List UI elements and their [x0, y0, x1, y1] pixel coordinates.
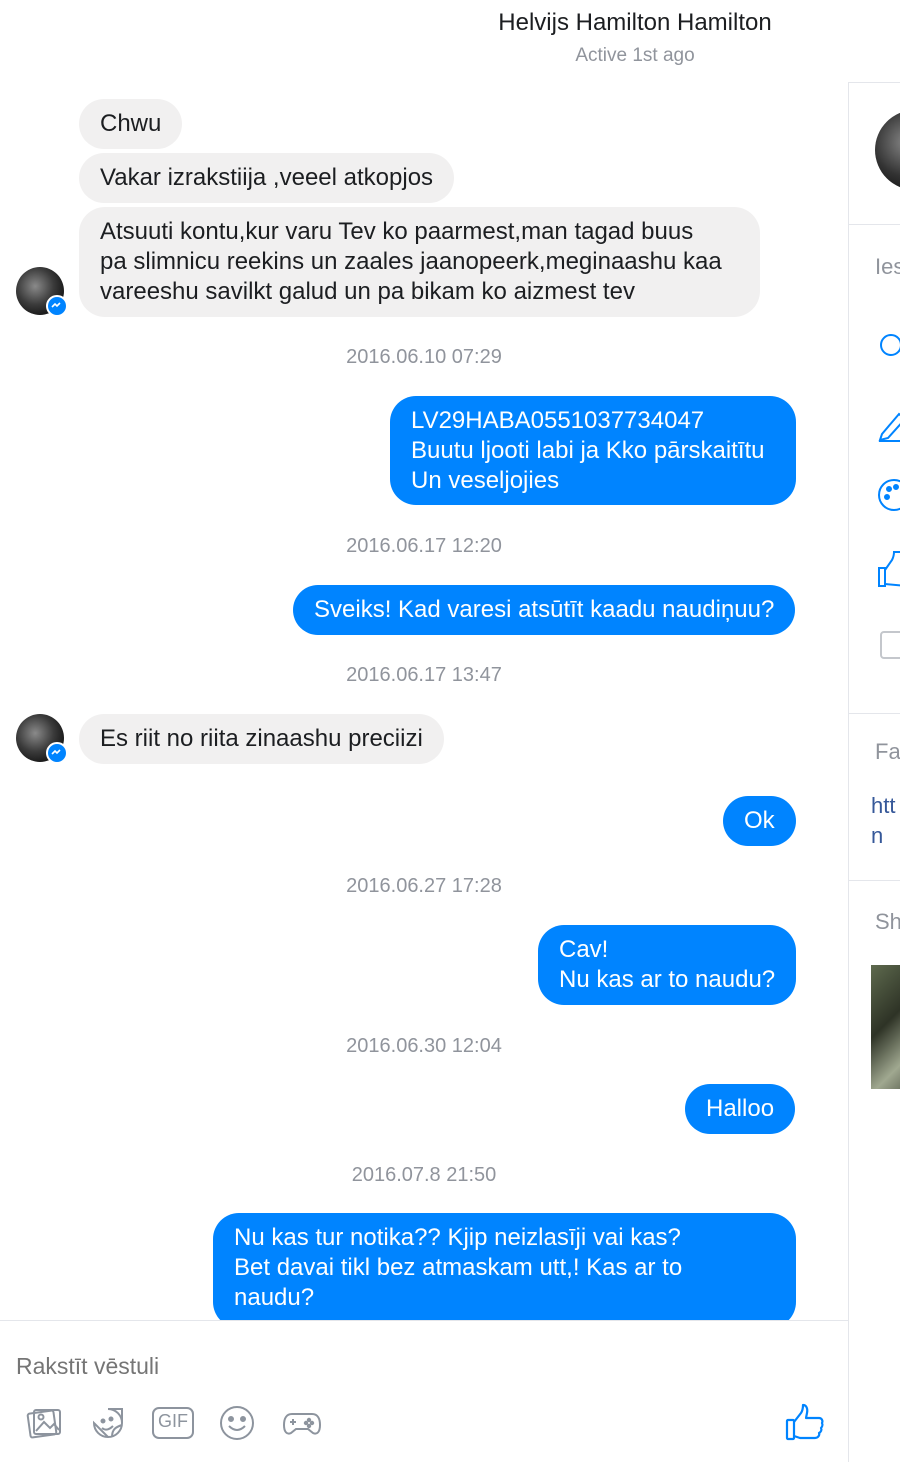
incoming-message[interactable]: Es riit no riita zinaashu preciizi — [79, 714, 444, 764]
outgoing-message[interactable]: Nu kas tur notika?? Kjip neizlasīji vai … — [213, 1213, 796, 1320]
game-controller-icon[interactable] — [282, 1403, 322, 1443]
timestamp: 2016.06.30 12:04 — [346, 1035, 502, 1057]
gif-label: GIF — [158, 1411, 188, 1431]
timestamp: 2016.06.17 13:47 — [346, 664, 502, 686]
search-icon[interactable] — [877, 332, 900, 367]
timestamp: 2016.06.17 12:20 — [346, 535, 502, 557]
conversation-info-panel: Ies Fa htt n Sh — [849, 82, 900, 1462]
timestamp: 2016.06.27 17:28 — [346, 875, 502, 897]
messenger-badge-icon — [46, 742, 68, 764]
message-composer: GIF — [0, 1320, 848, 1463]
message-input[interactable] — [16, 1353, 756, 1380]
messenger-badge-icon — [46, 295, 68, 317]
contact-profile-avatar[interactable] — [875, 110, 900, 190]
timestamp: 2016.07.8 21:50 — [351, 1164, 497, 1186]
outgoing-message[interactable]: Ok — [723, 796, 796, 846]
shared-photos-heading: Sh — [875, 909, 900, 934]
options-heading: Ies — [875, 254, 900, 279]
active-status: Active 1st ago — [575, 45, 695, 66]
emoji-icon[interactable] — [217, 1403, 257, 1443]
incoming-message[interactable]: Atsuuti kontu,kur varu Tev ko paarmest,m… — [79, 207, 760, 317]
profile-link[interactable]: htt n — [871, 791, 895, 851]
timestamp: 2016.06.10 07:29 — [346, 346, 502, 368]
contact-avatar[interactable] — [16, 714, 68, 764]
shared-photo[interactable] — [871, 965, 900, 1089]
incoming-message[interactable]: Chwu — [79, 99, 183, 149]
checkbox-icon[interactable] — [877, 630, 900, 665]
outgoing-message[interactable]: Halloo — [685, 1084, 796, 1134]
contact-avatar[interactable] — [16, 267, 68, 317]
photo-icon[interactable] — [24, 1403, 64, 1443]
pencil-icon[interactable] — [877, 408, 900, 447]
panel-divider — [849, 880, 900, 881]
incoming-message[interactable]: Vakar izrakstiija ,veeel atkopjos — [79, 153, 455, 203]
thumbs-up-icon[interactable] — [784, 1401, 826, 1443]
panel-divider — [849, 713, 900, 714]
outgoing-message[interactable]: Sveiks! Kad varesi atsūtīt kaadu naudiņu… — [293, 585, 796, 635]
palette-icon[interactable] — [877, 478, 900, 517]
gif-icon[interactable]: GIF — [150, 1403, 196, 1443]
outgoing-message[interactable]: Cav! Nu kas ar to naudu? — [538, 925, 797, 1005]
facebook-profile-heading: Fa — [875, 739, 900, 764]
outgoing-message[interactable]: LV29HABA0551037734047 Buutu ljooti labi … — [390, 396, 796, 505]
conversation-header: Helvijs Hamilton Hamilton Active 1st ago — [0, 0, 900, 83]
thumbs-up-emoji-icon[interactable] — [877, 550, 900, 595]
contact-name[interactable]: Helvijs Hamilton Hamilton — [410, 9, 860, 37]
panel-divider — [849, 224, 900, 225]
message-thread[interactable]: Chwu Vakar izrakstiija ,veeel atkopjos A… — [0, 82, 848, 1320]
sticker-icon[interactable] — [88, 1403, 128, 1443]
